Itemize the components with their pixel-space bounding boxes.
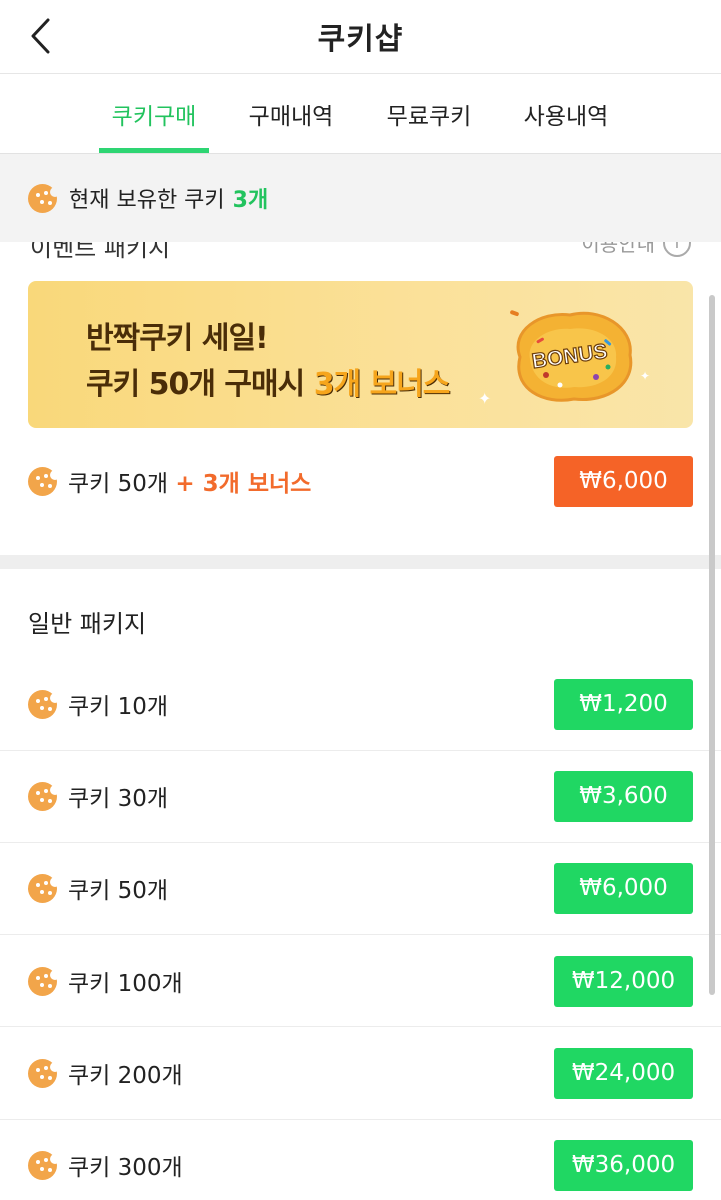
tab-free-cookie[interactable]: 무료쿠키 xyxy=(374,74,484,154)
bonus-cookie-illustration: BONUS xyxy=(510,310,633,402)
cookie-icon xyxy=(28,966,60,996)
package-row: 쿠키 300개 ₩36,000 xyxy=(0,1139,721,1191)
balance-label: 현재 보유한 쿠키 xyxy=(69,188,225,213)
buy-event-package-button[interactable]: ₩6,000 xyxy=(554,455,693,507)
row-divider xyxy=(0,934,721,935)
tab-purchase-history[interactable]: 구매내역 xyxy=(236,74,346,154)
section-divider xyxy=(0,555,721,569)
package-row: 쿠키 10개 ₩1,200 xyxy=(0,678,721,730)
vertical-scrollbar[interactable] xyxy=(709,295,715,995)
buy-package-button[interactable]: ₩1,200 xyxy=(554,678,693,730)
tab-cookie-purchase[interactable]: 쿠키구매 xyxy=(99,74,209,154)
cookie-balance-bar: 현재 보유한 쿠키 3개 xyxy=(0,154,721,242)
general-section-title: 일반 패키지 xyxy=(28,610,147,638)
info-icon: i xyxy=(663,242,691,257)
package-label: 쿠키 100개 xyxy=(68,971,183,997)
cookie-icon xyxy=(28,873,60,903)
row-divider xyxy=(0,1026,721,1027)
sparkle-icon: ✦ xyxy=(478,389,492,408)
cookie-icon xyxy=(28,466,60,496)
package-bonus: + 3개 보너스 xyxy=(175,471,312,497)
usage-guide-label: 이용안내 xyxy=(581,242,655,256)
package-label: 쿠키 30개 xyxy=(68,786,169,812)
banner-headline: 반짝쿠키 세일! xyxy=(86,321,269,356)
cookie-icon xyxy=(28,1150,60,1180)
package-name: 쿠키 50개 xyxy=(68,471,169,497)
row-divider xyxy=(0,750,721,751)
app-header: 쿠키샵 xyxy=(0,0,721,74)
banner-subline: 쿠키 50개 구매시 3개 보너스 xyxy=(86,359,451,403)
banner-subline-highlight: 3개 보너스 xyxy=(313,367,451,402)
package-label: 쿠키 50개 + 3개 보너스 xyxy=(68,464,311,498)
buy-package-button[interactable]: ₩6,000 xyxy=(554,862,693,914)
package-row: 쿠키 50개 ₩6,000 xyxy=(0,862,721,914)
event-section-header: 이벤트 패키지 이용안내 i xyxy=(0,242,721,270)
buy-package-button[interactable]: ₩12,000 xyxy=(554,955,693,1007)
package-label: 쿠키 50개 xyxy=(68,878,169,904)
package-label: 쿠키 200개 xyxy=(68,1063,183,1089)
cookie-icon xyxy=(28,183,60,213)
usage-guide-link[interactable]: 이용안내 i xyxy=(581,242,691,257)
cookie-icon xyxy=(28,781,60,811)
tab-bar: 쿠키구매 구매내역 무료쿠키 사용내역 xyxy=(0,74,721,154)
event-package-row: 쿠키 50개 + 3개 보너스 ₩6,000 xyxy=(0,455,721,507)
balance-count: 3개 xyxy=(232,188,269,213)
active-tab-indicator xyxy=(99,148,209,153)
cookie-icon xyxy=(28,689,60,719)
package-row: 쿠키 100개 ₩12,000 xyxy=(0,955,721,1007)
page-title: 쿠키샵 xyxy=(317,22,404,57)
sparkle-icon: ✦ xyxy=(640,369,651,383)
banner-subline-text: 쿠키 50개 구매시 xyxy=(86,367,314,402)
package-row: 쿠키 200개 ₩24,000 xyxy=(0,1047,721,1099)
event-banner[interactable]: 반짝쿠키 세일! 쿠키 50개 구매시 3개 보너스 ✦ ✦ BONUS xyxy=(28,281,693,428)
package-label: 쿠키 300개 xyxy=(68,1155,183,1181)
package-label: 쿠키 10개 xyxy=(68,694,169,720)
buy-package-button[interactable]: ₩24,000 xyxy=(554,1047,693,1099)
buy-package-button[interactable]: ₩36,000 xyxy=(554,1139,693,1191)
cookie-icon xyxy=(28,1058,60,1088)
buy-package-button[interactable]: ₩3,600 xyxy=(554,770,693,822)
row-divider xyxy=(0,842,721,843)
event-section-title: 이벤트 패키지 xyxy=(30,242,171,262)
tab-usage-history[interactable]: 사용내역 xyxy=(511,74,621,154)
row-divider xyxy=(0,1119,721,1120)
package-row: 쿠키 30개 ₩3,600 xyxy=(0,770,721,822)
